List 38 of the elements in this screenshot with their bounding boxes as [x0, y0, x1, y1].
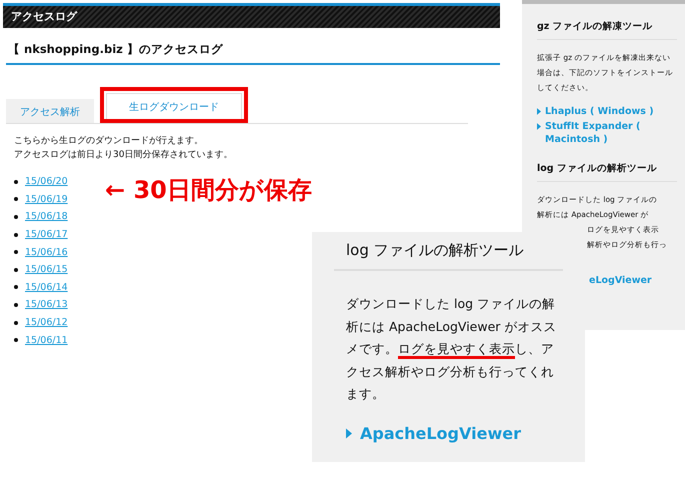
bullet-icon [14, 285, 18, 290]
date-link[interactable]: 15/06/14 [25, 282, 68, 293]
bullet-icon [14, 214, 18, 219]
date-link[interactable]: 15/06/11 [25, 334, 68, 346]
section-heading: log ファイルの解析ツール [537, 146, 677, 182]
software-link[interactable]: eLogViewer [589, 274, 652, 287]
software-link[interactable]: Lhaplus ( Windows ) [537, 105, 677, 118]
description-text: ダウンロードした log ファイルの解析には ApacheLogViewer がオススメです。ログを見やすく表示 し、アクセス解析やログ分析も行ってくれます。 [346, 295, 558, 403]
panel-heading: log ファイルの解析ツール [334, 232, 563, 271]
triangle-icon [346, 428, 352, 438]
page-title: 【 nkshopping.biz 】のアクセスログ [6, 42, 500, 65]
bullet-icon [14, 338, 18, 342]
intro-text: こちらから生ログのダウンロードが行えます。 [14, 134, 204, 148]
bullet-icon [14, 232, 18, 237]
bullet-icon [14, 268, 18, 272]
date-link[interactable]: 15/06/17 [25, 229, 68, 240]
date-link[interactable]: 15/06/13 [25, 299, 68, 310]
date-link[interactable]: 15/06/15 [25, 264, 68, 276]
bullet-icon [14, 320, 18, 325]
date-link[interactable]: 15/06/16 [25, 246, 68, 258]
bullet-icon [14, 197, 18, 202]
bullet-icon [14, 180, 18, 184]
bullet-icon [14, 302, 18, 307]
date-link[interactable]: 15/06/18 [25, 211, 68, 222]
annotation-text: ← 30日間分が保存 [105, 175, 312, 206]
tab[interactable]: 生ログダウンロード [106, 93, 242, 119]
page-header: アクセスログ [3, 3, 500, 28]
tab[interactable]: アクセス解析 [6, 99, 94, 123]
bullet-icon [14, 250, 18, 254]
triangle-icon [537, 108, 541, 115]
section-heading: gz ファイルの解凍ツール [537, 4, 677, 40]
triangle-icon [537, 123, 541, 130]
date-link[interactable]: 15/06/20 [25, 176, 68, 188]
intro-text: アクセスログは前日より30日間分保存されています。 [14, 148, 234, 162]
software-link[interactable]: ApacheLogViewer [346, 424, 521, 442]
date-link[interactable]: 15/06/12 [25, 317, 68, 328]
software-link[interactable]: StuffIt Expander ( Macintosh ) [537, 120, 677, 146]
date-link[interactable]: 15/06/19 [25, 194, 68, 205]
